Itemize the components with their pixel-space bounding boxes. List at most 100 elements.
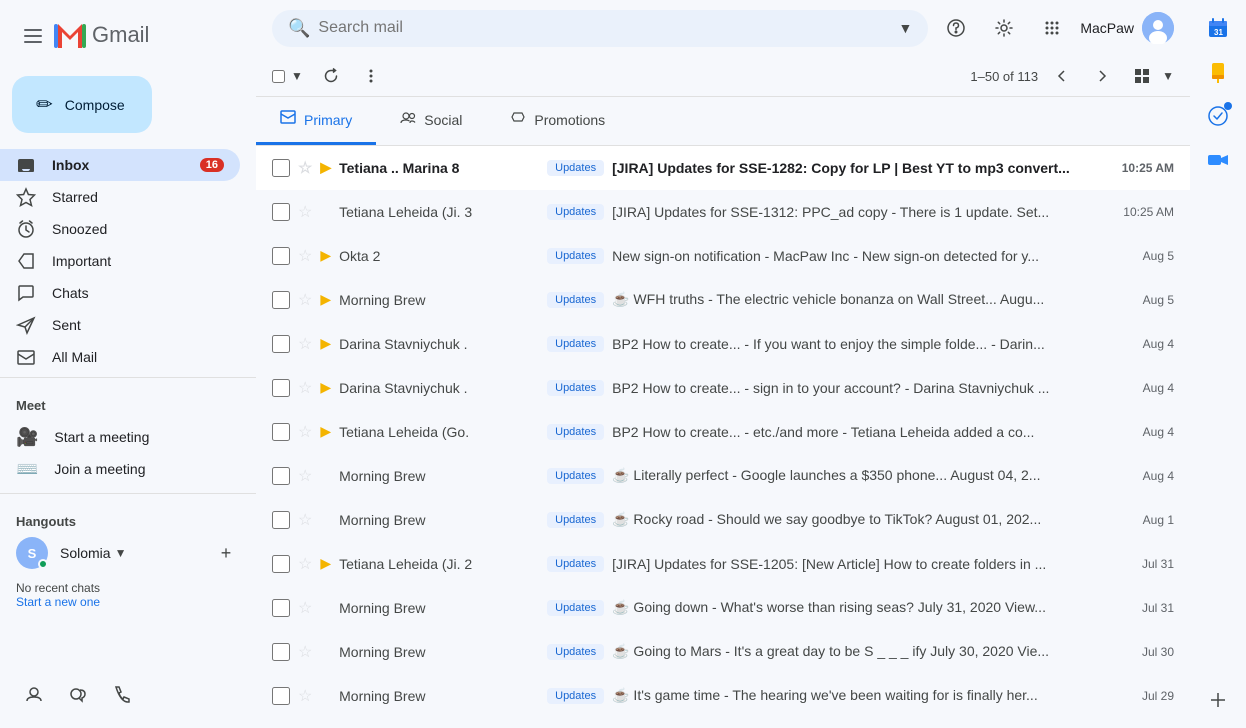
star-button[interactable]: ☆ (298, 290, 312, 310)
email-sender: Morning Brew (339, 512, 539, 528)
table-row[interactable]: ☆ ▶ Darina Stavniychuk . Updates BP2 How… (256, 322, 1190, 366)
sidebar-item-starred[interactable]: Starred (0, 181, 240, 213)
social-tab-label: Social (424, 112, 462, 128)
view-toggle[interactable]: ▼ (1126, 60, 1174, 92)
table-row[interactable]: ☆ ▶ Morning Brew Updates ☕ WFH truths - … (256, 278, 1190, 322)
start-new-chat-link[interactable]: Start a new one (16, 595, 240, 609)
star-button[interactable]: ☆ (298, 158, 312, 178)
compose-label: Compose (65, 97, 125, 113)
star-button[interactable]: ☆ (298, 510, 312, 530)
email-checkbox[interactable] (272, 203, 290, 221)
email-checkbox[interactable] (272, 599, 290, 617)
star-button[interactable]: ☆ (298, 466, 312, 486)
account-area[interactable]: MacPaw (1080, 12, 1174, 44)
email-subject: ☕ Literally perfect - Google launches a … (612, 467, 1096, 484)
avatar-initials: S (28, 546, 37, 561)
sidebar-item-chats[interactable]: Chats (0, 277, 240, 309)
help-button[interactable] (936, 8, 976, 48)
table-row[interactable]: ☆ ▶ Morning Brew Updates ☕ Literally per… (256, 454, 1190, 498)
sidebar-item-snoozed[interactable]: Snoozed (0, 213, 240, 245)
search-input[interactable] (318, 19, 890, 37)
table-row[interactable]: ☆ ▶ Okta 2 Updates New sign-on notificat… (256, 234, 1190, 278)
tab-promotions[interactable]: Promotions (486, 97, 629, 145)
add-hangout-button[interactable]: + (212, 539, 240, 567)
email-sender: Darina Stavniychuk . (339, 336, 539, 352)
email-list: ☆ ▶ Tetiana .. Marina 8 Updates [JIRA] U… (256, 146, 1190, 728)
join-meeting-item[interactable]: ⌨️ Join a meeting (0, 453, 240, 485)
compose-button[interactable]: ✏ Compose (12, 76, 152, 133)
star-button[interactable]: ☆ (298, 378, 312, 398)
email-checkbox[interactable] (272, 467, 290, 485)
email-checkbox[interactable] (272, 335, 290, 353)
star-button[interactable]: ☆ (298, 334, 312, 354)
view-dropdown-icon[interactable]: ▼ (1162, 69, 1174, 83)
add-addon-icon[interactable] (1198, 680, 1238, 720)
next-page-button[interactable] (1086, 60, 1118, 92)
inbox-badge: 16 (200, 158, 224, 172)
table-row[interactable]: ☆ ▶ Tetiana Leheida (Go. Updates BP2 How… (256, 410, 1190, 454)
star-button[interactable]: ☆ (298, 598, 312, 618)
keep-icon[interactable] (1198, 52, 1238, 92)
new-contact-button[interactable] (16, 676, 52, 712)
calendar-icon[interactable]: 31 (1198, 8, 1238, 48)
email-subject: BP2 How to create... - sign in to your a… (612, 380, 1096, 396)
select-dropdown-button[interactable]: ▼ (287, 60, 307, 92)
table-row[interactable]: ☆ ▶ Morning Brew Updates ☕ Marlins men -… (256, 718, 1190, 728)
email-checkbox[interactable] (272, 687, 290, 705)
tab-social[interactable]: Social (376, 97, 486, 145)
email-toolbar: ▼ 1–50 of 113 (256, 56, 1190, 97)
email-checkbox[interactable] (272, 643, 290, 661)
email-subject: [JIRA] Updates for SSE-1282: Copy for LP… (612, 160, 1096, 176)
star-button[interactable]: ☆ (298, 202, 312, 222)
table-row[interactable]: ☆ ▶ Tetiana Leheida (Ji. 3 Updates [JIRA… (256, 190, 1190, 234)
star-button[interactable]: ☆ (298, 554, 312, 574)
view-toggle-button[interactable] (1126, 60, 1158, 92)
table-row[interactable]: ☆ ▶ Morning Brew Updates ☕ Going down - … (256, 586, 1190, 630)
settings-button[interactable] (984, 8, 1024, 48)
hangouts-chat-button[interactable] (60, 676, 96, 712)
email-checkbox[interactable] (272, 379, 290, 397)
table-row[interactable]: ☆ ▶ Morning Brew Updates ☕ Rocky road - … (256, 498, 1190, 542)
email-time: 10:25 AM (1104, 205, 1174, 219)
compose-plus-icon: ✏ (36, 92, 53, 117)
star-button[interactable]: ☆ (298, 422, 312, 442)
email-checkbox[interactable] (272, 159, 290, 177)
start-meeting-label: Start a meeting (54, 429, 149, 445)
more-options-button[interactable] (355, 60, 387, 92)
apps-button[interactable] (1032, 8, 1072, 48)
tabs: Primary Social (256, 97, 1190, 146)
tab-primary[interactable]: Primary (256, 97, 376, 145)
email-checkbox[interactable] (272, 511, 290, 529)
email-checkbox[interactable] (272, 291, 290, 309)
sidebar-item-sent[interactable]: Sent (0, 309, 240, 341)
tasks-icon[interactable] (1198, 96, 1238, 136)
star-button[interactable]: ☆ (298, 246, 312, 266)
important-marker: ▶ (320, 335, 331, 352)
table-row[interactable]: ☆ ▶ Tetiana .. Marina 8 Updates [JIRA] U… (256, 146, 1190, 190)
select-all-checkbox[interactable] (272, 70, 285, 83)
table-row[interactable]: ☆ ▶ Morning Brew Updates ☕ Going to Mars… (256, 630, 1190, 674)
sidebar-item-allmail[interactable]: All Mail (0, 341, 240, 373)
star-button[interactable]: ☆ (298, 686, 312, 706)
table-row[interactable]: ☆ ▶ Morning Brew Updates ☕ It's game tim… (256, 674, 1190, 718)
sidebar-item-important[interactable]: Important (0, 245, 240, 277)
search-bar[interactable]: 🔍 ▼ (272, 10, 928, 47)
refresh-button[interactable] (315, 60, 347, 92)
previous-page-button[interactable] (1046, 60, 1078, 92)
sidebar-item-inbox[interactable]: Inbox 16 (0, 149, 240, 181)
main-area: 🔍 ▼ (256, 0, 1190, 728)
start-meeting-item[interactable]: 🎥 Start a meeting (0, 421, 240, 453)
email-checkbox[interactable] (272, 555, 290, 573)
hangouts-user[interactable]: S Solomia ▼ + (0, 533, 256, 573)
primary-tab-icon (280, 109, 296, 130)
search-dropdown-icon[interactable]: ▼ (898, 20, 912, 36)
email-checkbox[interactable] (272, 423, 290, 441)
table-row[interactable]: ☆ ▶ Darina Stavniychuk . Updates BP2 How… (256, 366, 1190, 410)
star-button[interactable]: ☆ (298, 642, 312, 662)
table-row[interactable]: ☆ ▶ Tetiana Leheida (Ji. 2 Updates [JIRA… (256, 542, 1190, 586)
zoom-icon[interactable] (1198, 140, 1238, 180)
hangouts-user-name: Solomia ▼ (60, 545, 126, 561)
hamburger-button[interactable] (16, 19, 50, 53)
email-checkbox[interactable] (272, 247, 290, 265)
phone-button[interactable] (104, 676, 140, 712)
